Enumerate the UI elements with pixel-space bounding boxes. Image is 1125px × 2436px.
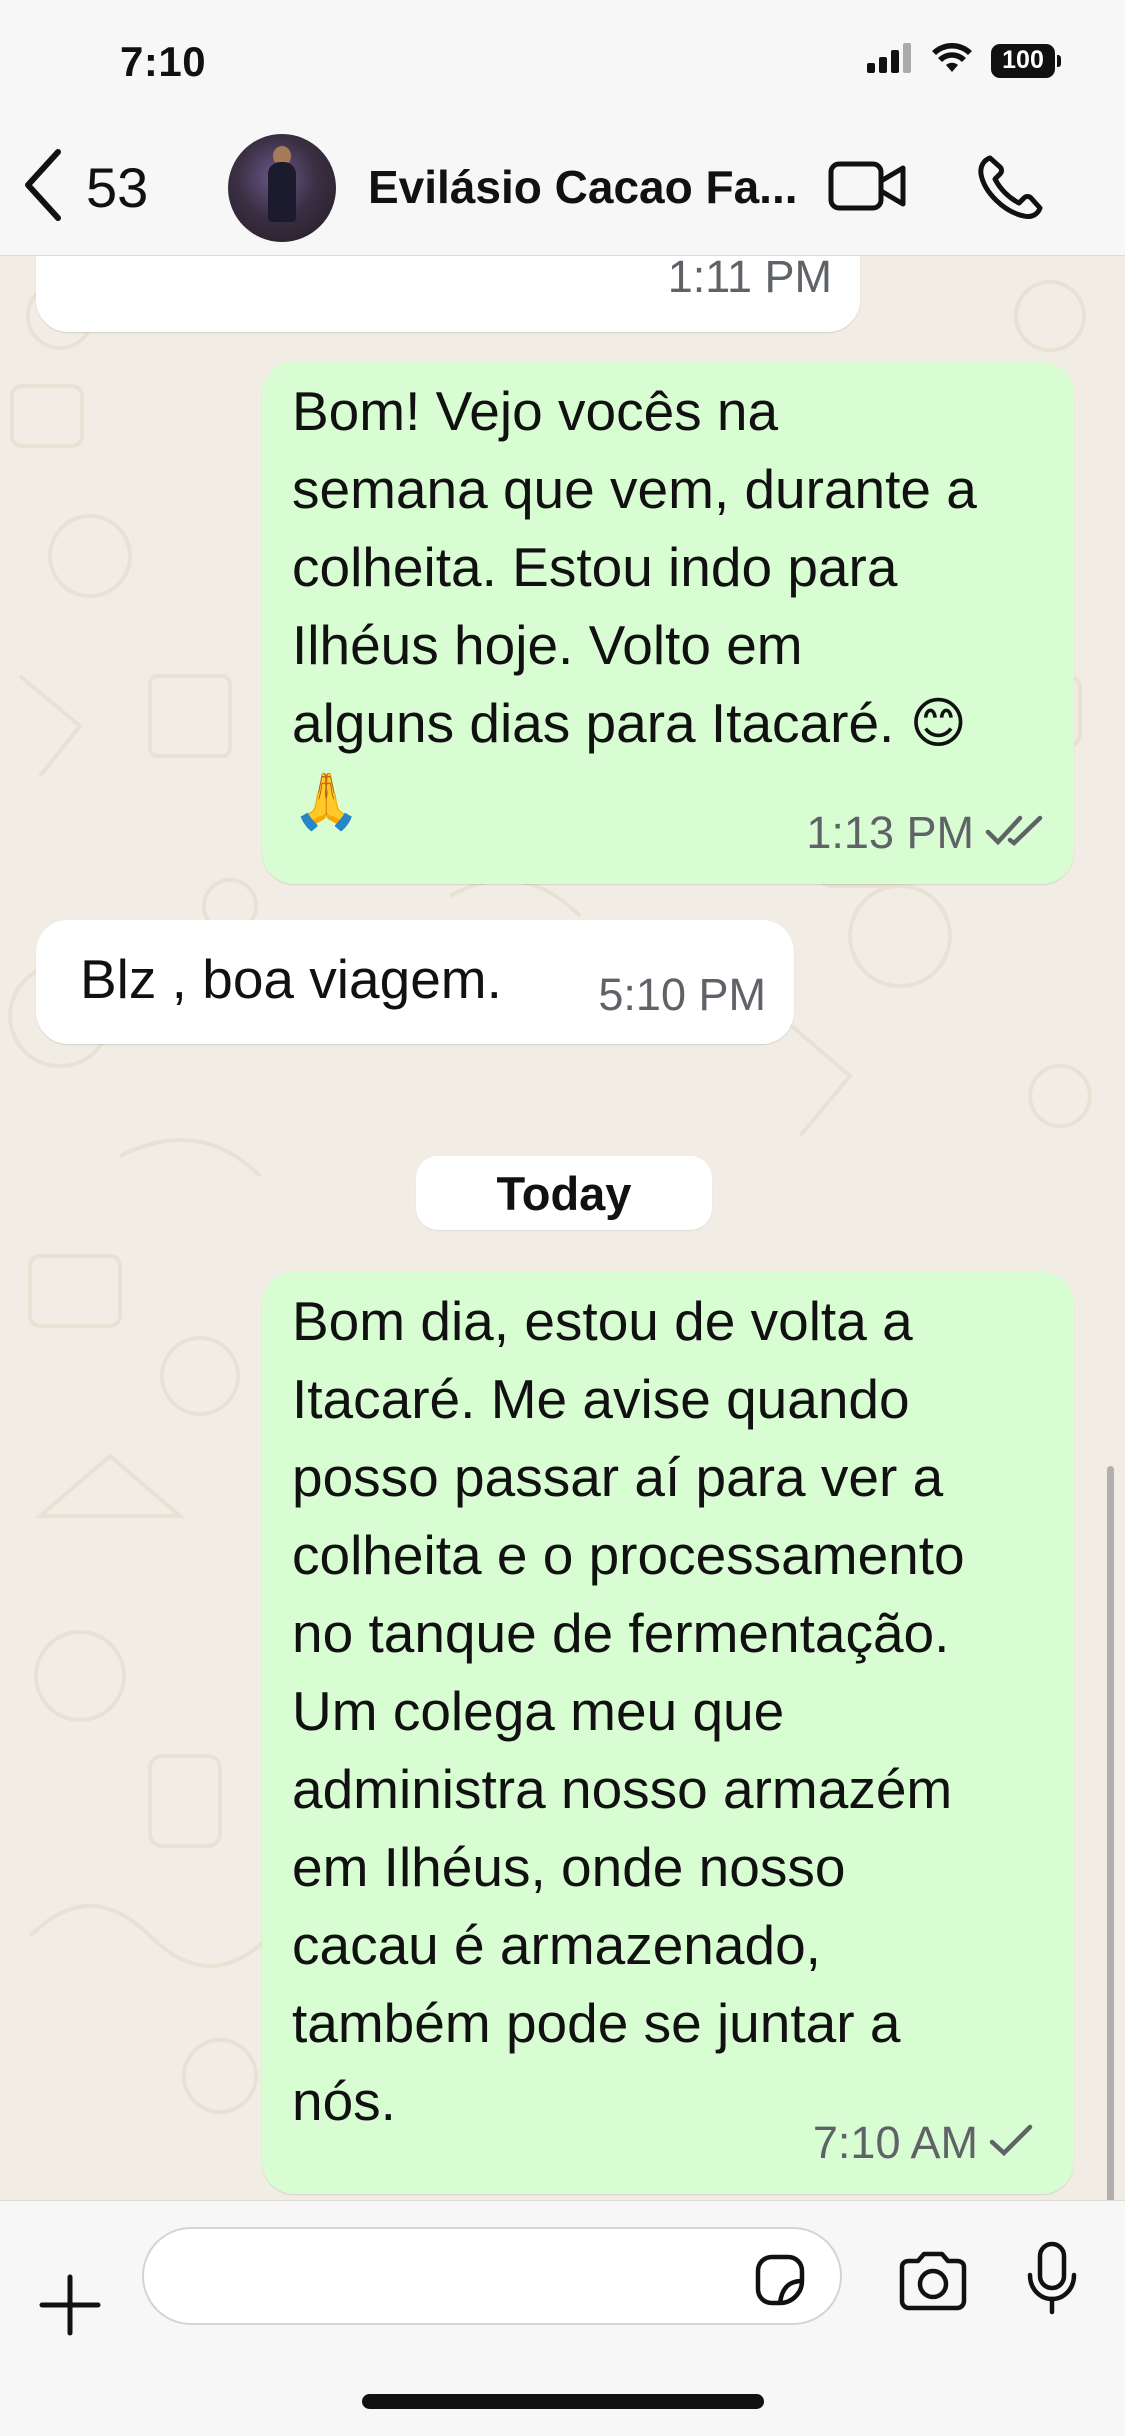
- scrollbar[interactable]: [1107, 1466, 1114, 2216]
- message-outgoing[interactable]: Bom! Vejo vocês na semana que vem, duran…: [262, 362, 1074, 884]
- back-chevron-icon: [22, 148, 64, 227]
- message-meta: 1:13 PM: [806, 794, 1048, 872]
- voice-call-icon[interactable]: [976, 152, 1046, 227]
- plus-icon[interactable]: [36, 2271, 104, 2344]
- battery-icon: 100: [991, 43, 1061, 78]
- message-time: 5:10 PM: [598, 969, 766, 1020]
- message-time: 1:13 PM: [806, 807, 974, 858]
- message-text: Bom dia, estou de volta a Itacaré. Me av…: [292, 1290, 965, 2132]
- whatsapp-chat-screen: 7:10 100 53 Evilásio Cacao Fa... 1:11 PM…: [0, 0, 1125, 2436]
- double-check-read-icon: [984, 794, 1048, 872]
- battery-level: 100: [1002, 46, 1044, 74]
- message-meta: 5:10 PM: [598, 956, 766, 1034]
- single-check-sent-icon: [988, 2104, 1034, 2182]
- status-time: 7:10: [120, 38, 207, 85]
- avatar-person-body: [268, 162, 296, 222]
- home-indicator[interactable]: [362, 2394, 764, 2409]
- message-meta: 7:10 AM: [813, 2104, 1034, 2182]
- message-text: Blz , boa viagem.: [80, 948, 502, 1010]
- chat-header: 53 Evilásio Cacao Fa...: [0, 120, 1125, 256]
- status-bar: 7:10 100: [0, 0, 1125, 120]
- message-outgoing[interactable]: Bom dia, estou de volta a Itacaré. Me av…: [262, 1272, 1074, 2194]
- chat-messages[interactable]: 1:11 PM Bom! Vejo vocês na semana que ve…: [0, 256, 1125, 2216]
- back-button[interactable]: 53: [22, 144, 148, 230]
- unread-count: 53: [86, 155, 149, 219]
- signal-icon: [867, 43, 913, 78]
- sticker-icon[interactable]: [750, 2251, 808, 2314]
- message-text: Bom! Vejo vocês na semana que vem, duran…: [292, 380, 977, 832]
- wifi-icon: [931, 42, 973, 79]
- message-incoming[interactable]: 1:11 PM: [36, 256, 860, 332]
- message-time: 7:10 AM: [812, 2117, 978, 2168]
- contact-name[interactable]: Evilásio Cacao Fa...: [368, 160, 798, 214]
- date-separator: Today: [416, 1156, 712, 1230]
- message-meta: 1:11 PM: [668, 256, 832, 316]
- video-call-icon[interactable]: [828, 156, 908, 221]
- message-incoming[interactable]: Blz , boa viagem. 5:10 PM: [36, 920, 794, 1044]
- message-input[interactable]: [142, 2227, 842, 2325]
- message-time: 1:11 PM: [667, 256, 832, 302]
- status-icons: 100: [867, 42, 1061, 79]
- camera-icon[interactable]: [896, 2251, 970, 2316]
- avatar[interactable]: [228, 134, 336, 242]
- microphone-icon[interactable]: [1024, 2241, 1080, 2320]
